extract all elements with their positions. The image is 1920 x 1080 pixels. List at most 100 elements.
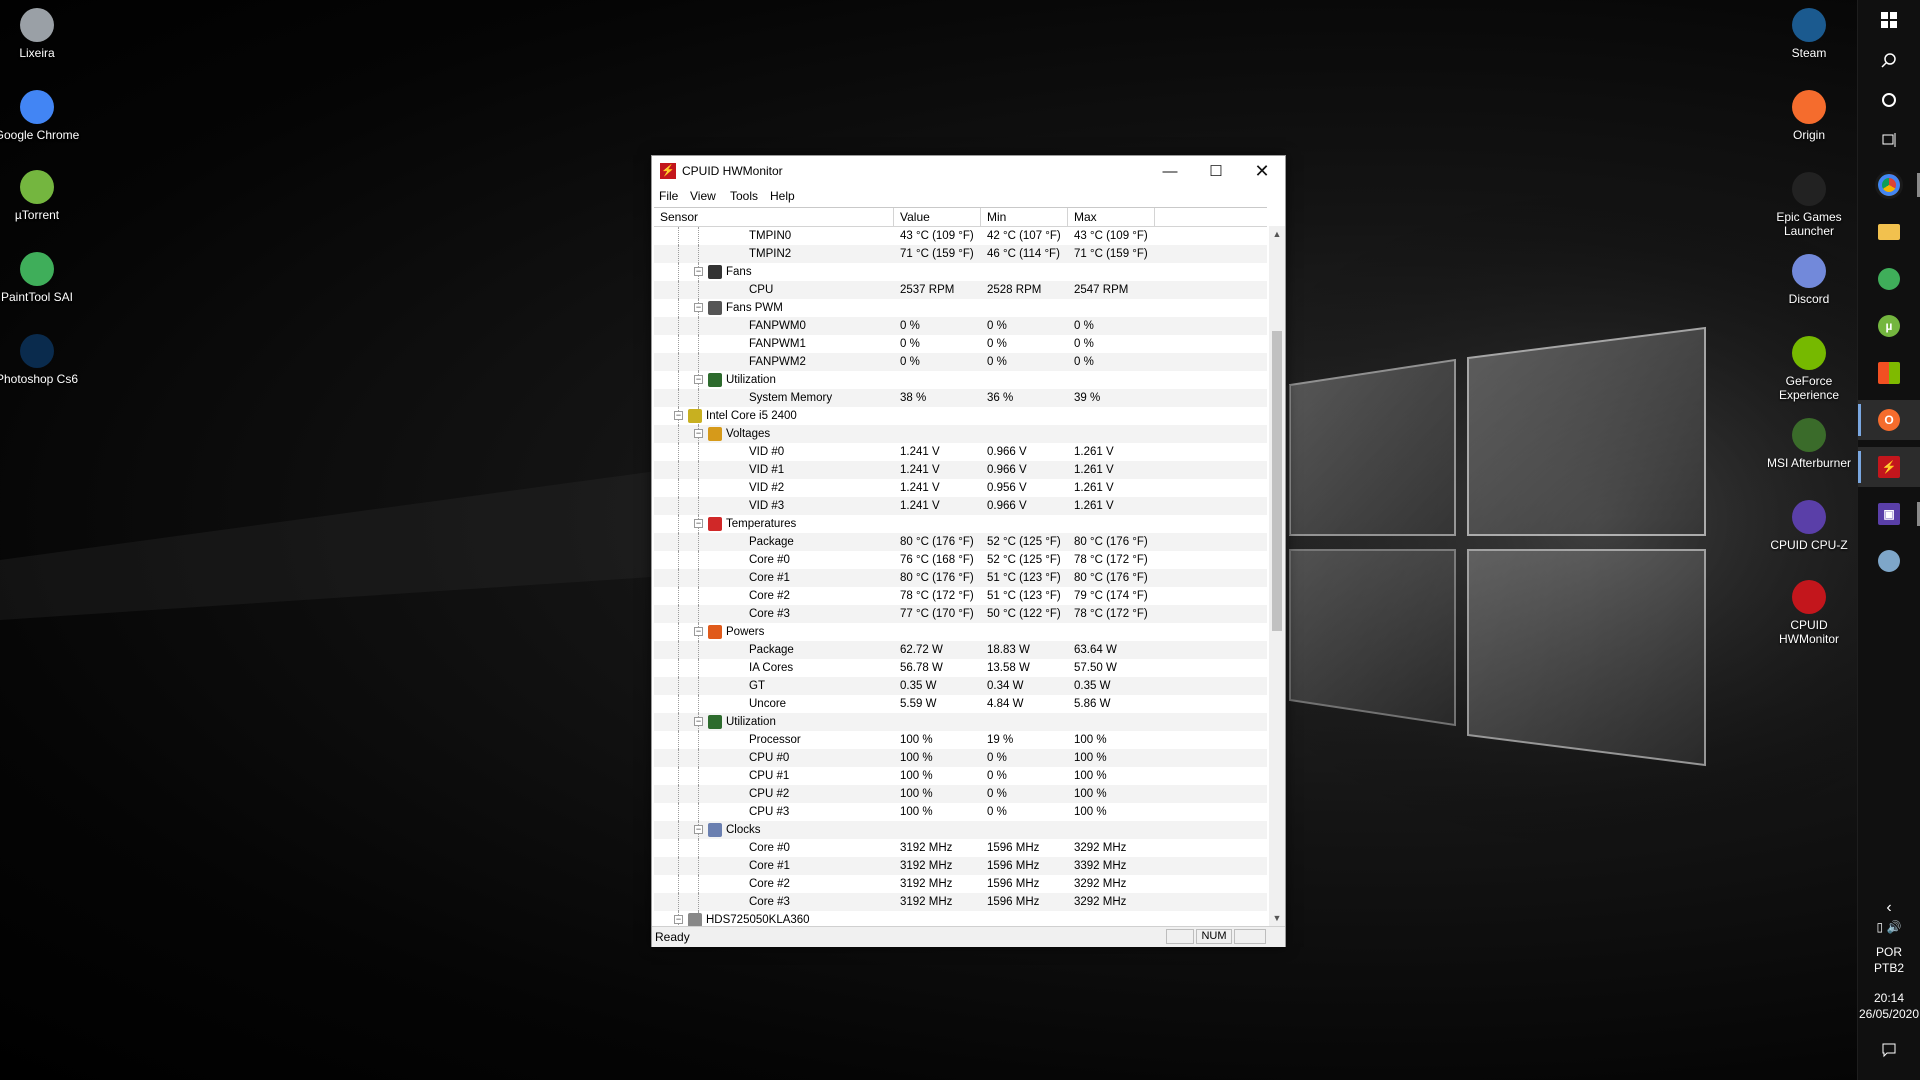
menu-file[interactable]: File xyxy=(659,189,678,203)
title-bar[interactable]: ⚡ CPUID HWMonitor — ☐ ✕ xyxy=(652,156,1285,186)
taskbar-msi-afterburner[interactable] xyxy=(1858,541,1920,581)
desktop-right-cpuz[interactable]: CPUID CPU-Z xyxy=(1764,500,1854,552)
sensor-row[interactable]: TMPIN2 71 °C (159 °F) 46 °C (114 °F) 71 °C … xyxy=(654,245,1267,263)
maximize-button[interactable]: ☐ xyxy=(1193,156,1239,186)
tree-node-row[interactable]: − Utilization xyxy=(654,371,1267,389)
scroll-thumb[interactable] xyxy=(1272,331,1282,631)
sensor-row[interactable]: VID #0 1.241 V 0.966 V 1.261 V xyxy=(654,443,1267,461)
minimize-button[interactable]: — xyxy=(1147,156,1193,186)
sensor-row[interactable]: Core #0 3192 MHz 1596 MHz 3292 MHz xyxy=(654,839,1267,857)
menu-view[interactable]: View xyxy=(690,189,716,203)
sensor-label: GT xyxy=(749,680,765,692)
collapse-toggle-icon[interactable]: − xyxy=(694,627,703,636)
tree-node-row[interactable]: − Utilization xyxy=(654,713,1267,731)
desktop-right-discord[interactable]: Discord xyxy=(1764,254,1854,306)
sensor-row[interactable]: VID #3 1.241 V 0.966 V 1.261 V xyxy=(654,497,1267,515)
search-button[interactable] xyxy=(1858,40,1920,80)
tree-node-row[interactable]: − Intel Core i5 2400 xyxy=(654,407,1267,425)
scroll-up-icon[interactable]: ▲ xyxy=(1269,226,1285,242)
start-button[interactable] xyxy=(1858,0,1920,40)
sensor-row[interactable]: VID #2 1.241 V 0.956 V 1.261 V xyxy=(654,479,1267,497)
sensor-tree[interactable]: Sensor Value Min Max TMPIN0 43 °C (109 °F… xyxy=(654,207,1267,926)
tray-icons[interactable]: ▯ 🔊 xyxy=(1858,912,1920,942)
sensor-row[interactable]: Core #2 3192 MHz 1596 MHz 3292 MHz xyxy=(654,875,1267,893)
column-min[interactable]: Min xyxy=(981,208,1068,226)
sensor-row[interactable]: Core #3 3192 MHz 1596 MHz 3292 MHz xyxy=(654,893,1267,911)
sensor-row[interactable]: CPU #2 100 % 0 % 100 % xyxy=(654,785,1267,803)
collapse-toggle-icon[interactable]: − xyxy=(694,519,703,528)
sensor-row[interactable]: CPU 2537 RPM 2528 RPM 2547 RPM xyxy=(654,281,1267,299)
tree-node-row[interactable]: − Powers xyxy=(654,623,1267,641)
close-button[interactable]: ✕ xyxy=(1239,156,1285,186)
sensor-row[interactable]: TMPIN0 43 °C (109 °F) 42 °C (107 °F) 43 °C … xyxy=(654,227,1267,245)
collapse-toggle-icon[interactable]: − xyxy=(674,411,683,420)
desktop-left-utorrent[interactable]: µTorrent xyxy=(0,170,82,222)
sensor-row[interactable]: Processor 100 % 19 % 100 % xyxy=(654,731,1267,749)
desktop-right-steam[interactable]: Steam xyxy=(1764,8,1854,60)
sensor-row[interactable]: Core #0 76 °C (168 °F) 52 °C (125 °F) 78 °C… xyxy=(654,551,1267,569)
desktop-left-photoshop[interactable]: Photoshop Cs6 xyxy=(0,334,82,386)
cortana-button[interactable] xyxy=(1858,80,1920,120)
desktop-left-chrome[interactable]: Google Chrome xyxy=(0,90,82,142)
sensor-row[interactable]: GT 0.35 W 0.34 W 0.35 W xyxy=(654,677,1267,695)
column-sensor[interactable]: Sensor xyxy=(654,208,894,226)
task-view-button[interactable] xyxy=(1858,120,1920,160)
collapse-toggle-icon[interactable]: − xyxy=(694,717,703,726)
sensor-row[interactable]: Core #1 80 °C (176 °F) 51 °C (123 °F) 80 °C… xyxy=(654,569,1267,587)
taskbar-hwmonitor[interactable]: ⚡ xyxy=(1858,447,1920,487)
collapse-toggle-icon[interactable]: − xyxy=(694,429,703,438)
desktop-right-msi-afterburner[interactable]: MSI Afterburner xyxy=(1764,418,1854,470)
desktop-right-geforce[interactable]: GeForce Experience xyxy=(1764,336,1854,402)
language-indicator[interactable]: POR PTB2 xyxy=(1858,944,1920,976)
column-max[interactable]: Max xyxy=(1068,208,1155,226)
collapse-toggle-icon[interactable]: − xyxy=(694,267,703,276)
sensor-row[interactable]: Package 62.72 W 18.83 W 63.64 W xyxy=(654,641,1267,659)
sensor-row[interactable]: FANPWM0 0 % 0 % 0 % xyxy=(654,317,1267,335)
sensor-row[interactable]: Core #3 77 °C (170 °F) 50 °C (122 °F) 78 °C… xyxy=(654,605,1267,623)
clock[interactable]: 20:14 26/05/2020 xyxy=(1858,990,1920,1022)
menu-help[interactable]: Help xyxy=(770,189,795,203)
tree-node-row[interactable]: − Temperatures xyxy=(654,515,1267,533)
desktop-left-recycle-bin[interactable]: Lixeira xyxy=(0,8,82,60)
taskbar-painttool-sai[interactable] xyxy=(1858,259,1920,299)
sensor-row[interactable]: IA Cores 56.78 W 13.58 W 57.50 W xyxy=(654,659,1267,677)
cpuz-icon: ▣ xyxy=(1878,503,1900,525)
tree-node-row[interactable]: − Fans PWM xyxy=(654,299,1267,317)
column-value[interactable]: Value xyxy=(894,208,981,226)
sensor-max: 78 °C (172 °F) xyxy=(1074,554,1148,566)
tree-node-row[interactable]: − Fans xyxy=(654,263,1267,281)
sensor-row[interactable]: FANPWM2 0 % 0 % 0 % xyxy=(654,353,1267,371)
taskbar-store[interactable] xyxy=(1858,353,1920,393)
taskbar-origin[interactable]: O xyxy=(1858,400,1920,440)
tree-node-row[interactable]: − HDS725050KLA360 xyxy=(654,911,1267,926)
taskbar: µ O ⚡ ▣ ‹ ▯ 🔊 POR PTB2 20:14 26/05/2020 xyxy=(1857,0,1920,1080)
notifications-button[interactable] xyxy=(1858,1030,1920,1070)
desktop-left-painttool-sai[interactable]: PaintTool SAI xyxy=(0,252,82,304)
sensor-row[interactable]: CPU #0 100 % 0 % 100 % xyxy=(654,749,1267,767)
collapse-toggle-icon[interactable]: − xyxy=(694,303,703,312)
vertical-scrollbar[interactable]: ▲ ▼ xyxy=(1269,226,1285,926)
scroll-down-icon[interactable]: ▼ xyxy=(1269,910,1285,926)
sensor-row[interactable]: CPU #1 100 % 0 % 100 % xyxy=(654,767,1267,785)
sensor-row[interactable]: CPU #3 100 % 0 % 100 % xyxy=(654,803,1267,821)
tree-node-row[interactable]: − Voltages xyxy=(654,425,1267,443)
sensor-row[interactable]: Core #2 78 °C (172 °F) 51 °C (123 °F) 79 °C… xyxy=(654,587,1267,605)
collapse-toggle-icon[interactable]: − xyxy=(674,915,683,924)
sensor-row[interactable]: Package 80 °C (176 °F) 52 °C (125 °F) 80 °C… xyxy=(654,533,1267,551)
sensor-row[interactable]: FANPWM1 0 % 0 % 0 % xyxy=(654,335,1267,353)
sensor-row[interactable]: Core #1 3192 MHz 1596 MHz 3392 MHz xyxy=(654,857,1267,875)
desktop-right-hwmonitor[interactable]: CPUID HWMonitor xyxy=(1764,580,1854,646)
sensor-row[interactable]: VID #1 1.241 V 0.966 V 1.261 V xyxy=(654,461,1267,479)
tree-node-row[interactable]: − Clocks xyxy=(654,821,1267,839)
sensor-row[interactable]: System Memory 38 % 36 % 39 % xyxy=(654,389,1267,407)
collapse-toggle-icon[interactable]: − xyxy=(694,375,703,384)
taskbar-file-explorer[interactable] xyxy=(1858,212,1920,252)
taskbar-chrome[interactable] xyxy=(1858,165,1920,205)
collapse-toggle-icon[interactable]: − xyxy=(694,825,703,834)
menu-tools[interactable]: Tools xyxy=(730,189,758,203)
desktop-right-origin[interactable]: Origin xyxy=(1764,90,1854,142)
desktop-right-epic-games[interactable]: Epic Games Launcher xyxy=(1764,172,1854,238)
taskbar-cpuz[interactable]: ▣ xyxy=(1858,494,1920,534)
sensor-row[interactable]: Uncore 5.59 W 4.84 W 5.86 W xyxy=(654,695,1267,713)
taskbar-utorrent[interactable]: µ xyxy=(1858,306,1920,346)
